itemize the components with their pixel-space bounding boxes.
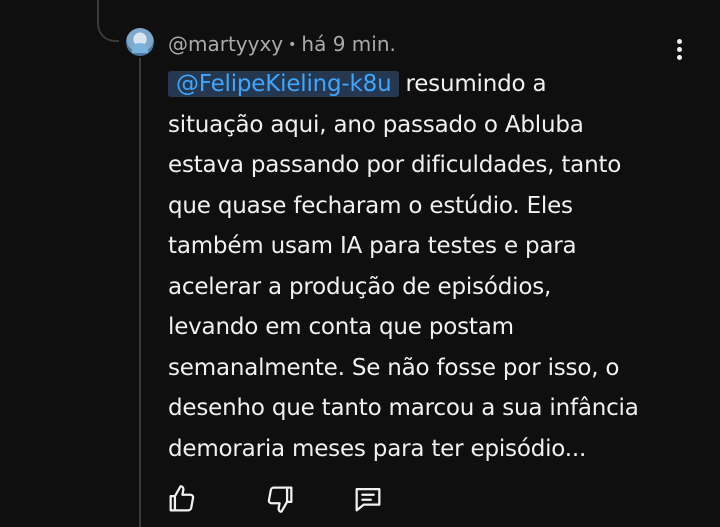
reply-button[interactable] (351, 482, 385, 516)
comment-line: levando em conta que postam (168, 314, 514, 340)
comment-line: acelerar a produção de episódios, (168, 273, 552, 300)
comment-line: que quase fecharam o estúdio. Eles (168, 192, 573, 219)
comment-line: situação aqui, ano passado o Abluba (168, 111, 584, 138)
comment-line: desenho que tanto marcou a sua infância (168, 395, 639, 421)
dislike-button[interactable] (263, 482, 297, 516)
comment-line: estava passando por dificuldades, tanto (168, 152, 622, 178)
thumbs-up-icon (169, 485, 195, 512)
comment-body: @FelipeKieling-k8u resumindo a situação a… (168, 64, 688, 469)
comment-line: semanalmente. Se não fosse por isso, o (168, 354, 620, 381)
more-vertical-icon (676, 38, 682, 44)
more-options-button[interactable] (664, 34, 694, 64)
like-button[interactable] (165, 482, 199, 516)
author-handle[interactable]: @martyyxy (168, 32, 283, 56)
comment-line: @FelipeKieling-k8u resumindo a (168, 64, 688, 105)
avatar[interactable] (126, 28, 154, 56)
thread-line (139, 58, 141, 527)
mention-link[interactable]: @FelipeKieling-k8u (168, 71, 400, 97)
reply-comment-icon (355, 487, 381, 512)
comment-time[interactable]: há 9 min. (301, 32, 395, 56)
comment-line: demoraria meses para ter episódio... (168, 435, 587, 462)
thumbs-down-icon (267, 486, 293, 513)
comment-line: também usam IA para testes e para (168, 233, 577, 259)
comment-text: resumindo a (405, 71, 547, 97)
separator-dot: • (288, 37, 297, 53)
thread-connector (97, 0, 119, 42)
comment-header: @martyyxy • há 9 min. (168, 31, 396, 60)
